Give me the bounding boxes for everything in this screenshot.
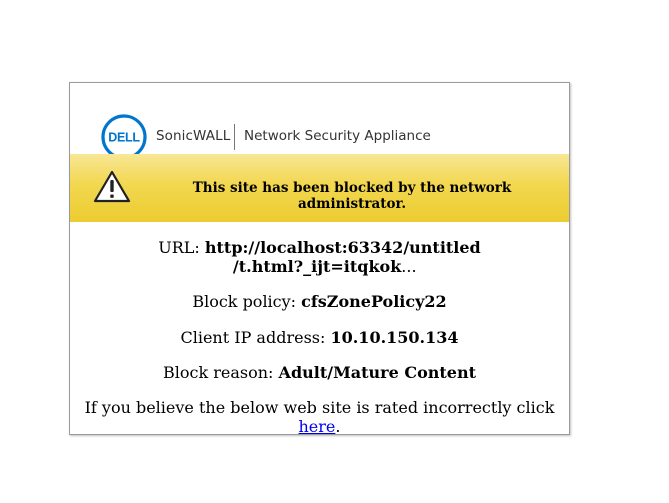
block-reason-row: Block reason: Adult/Mature Content xyxy=(70,363,569,382)
url-label: URL: xyxy=(158,238,200,257)
rating-note-period: . xyxy=(335,417,341,435)
client-ip-label: Client IP address: xyxy=(180,328,326,347)
url-value: http://localhost:63342/untitled/t.html?_… xyxy=(205,238,481,276)
block-policy-label: Block policy: xyxy=(192,292,297,311)
block-policy-value: cfsZonePolicy22 xyxy=(301,292,447,311)
url-line-2: /t.html?_ijt=itqkok xyxy=(232,257,402,276)
client-ip-row: Client IP address: 10.10.150.134 xyxy=(70,328,569,347)
brand-name: SonicWALL xyxy=(156,128,231,144)
brand-divider xyxy=(234,124,235,150)
warning-icon xyxy=(93,170,131,203)
dell-logo-text: DELL xyxy=(108,131,140,145)
alert-banner: This site has been blocked by the networ… xyxy=(70,154,569,222)
block-reason-value: Adult/Mature Content xyxy=(278,363,476,382)
url-ellipsis: ... xyxy=(401,257,417,276)
rating-note: If you believe the below web site is rat… xyxy=(70,398,569,435)
url-row: URL: http://localhost:63342/untitled/t.h… xyxy=(70,238,569,276)
brand-header: DELL SonicWALL Network Security Applianc… xyxy=(70,83,569,160)
alert-message: This site has been blocked by the networ… xyxy=(192,180,512,212)
product-name: Network Security Appliance xyxy=(244,128,431,144)
report-here-link[interactable]: here xyxy=(299,417,336,434)
block-page-card: DELL SonicWALL Network Security Applianc… xyxy=(69,82,570,435)
rating-note-text: If you believe the below web site is rat… xyxy=(84,398,555,417)
client-ip-value: 10.10.150.134 xyxy=(330,328,459,347)
block-policy-row: Block policy: cfsZonePolicy22 xyxy=(70,292,569,311)
block-reason-label: Block reason: xyxy=(162,363,274,382)
url-line-1: http://localhost:63342/untitled xyxy=(204,238,481,257)
